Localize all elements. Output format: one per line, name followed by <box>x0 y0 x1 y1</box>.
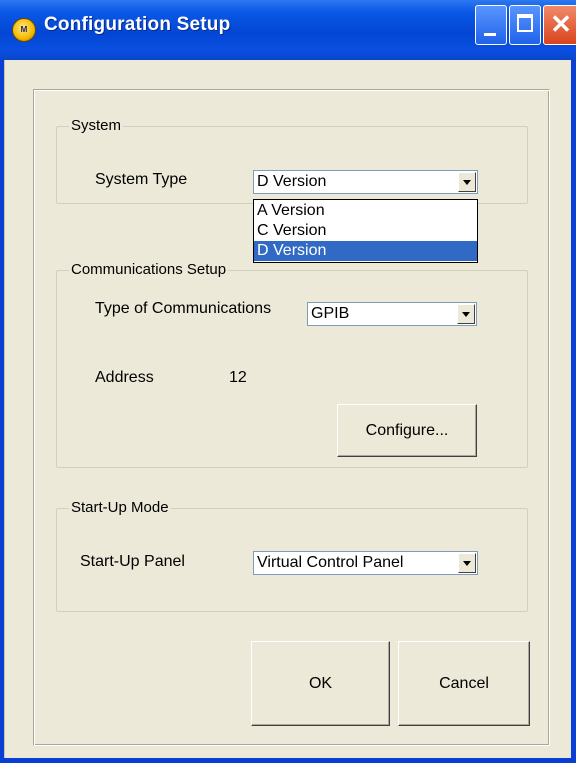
title-bar[interactable]: M Configuration Setup ✕ <box>0 0 576 60</box>
system-type-value: D Version <box>257 173 327 190</box>
window-title: Configuration Setup <box>44 14 231 35</box>
startup-group-label: Start-Up Mode <box>69 499 171 516</box>
dropdown-option-d-version[interactable]: D Version <box>254 241 477 261</box>
dropdown-option-a-version[interactable]: A Version <box>254 201 477 221</box>
system-type-dropdown-list: A Version C Version D Version <box>253 199 478 263</box>
chevron-down-icon[interactable] <box>458 553 476 573</box>
chevron-down-icon[interactable] <box>457 304 475 324</box>
configure-button[interactable]: Configure... <box>337 404 477 457</box>
communications-type-label: Type of Communications <box>95 300 272 317</box>
cancel-button[interactable]: Cancel <box>398 641 530 726</box>
chevron-down-icon[interactable] <box>458 172 476 192</box>
app-logo-icon: M <box>12 18 36 42</box>
startup-panel-select[interactable]: Virtual Control Panel <box>253 551 478 575</box>
startup-panel-value: Virtual Control Panel <box>257 554 404 571</box>
ok-button[interactable]: OK <box>251 641 390 726</box>
close-button[interactable]: ✕ <box>543 5 576 45</box>
address-label: Address <box>95 369 154 386</box>
system-group-label: System <box>69 117 124 134</box>
system-type-select[interactable]: D Version <box>253 170 478 194</box>
system-type-label: System Type <box>95 171 188 188</box>
address-value: 12 <box>229 369 247 386</box>
communications-type-value: GPIB <box>311 305 350 322</box>
configuration-window: M Configuration Setup ✕ System System Ty… <box>0 0 576 763</box>
dropdown-option-c-version[interactable]: C Version <box>254 221 477 241</box>
maximize-button[interactable] <box>509 5 541 45</box>
communications-type-select[interactable]: GPIB <box>307 302 477 326</box>
minimize-button[interactable] <box>475 5 507 45</box>
close-icon: ✕ <box>550 9 572 39</box>
startup-panel-label: Start-Up Panel <box>80 553 185 570</box>
minimize-icon <box>484 33 496 36</box>
maximize-icon <box>517 14 533 32</box>
communications-group-label: Communications Setup <box>69 261 229 278</box>
